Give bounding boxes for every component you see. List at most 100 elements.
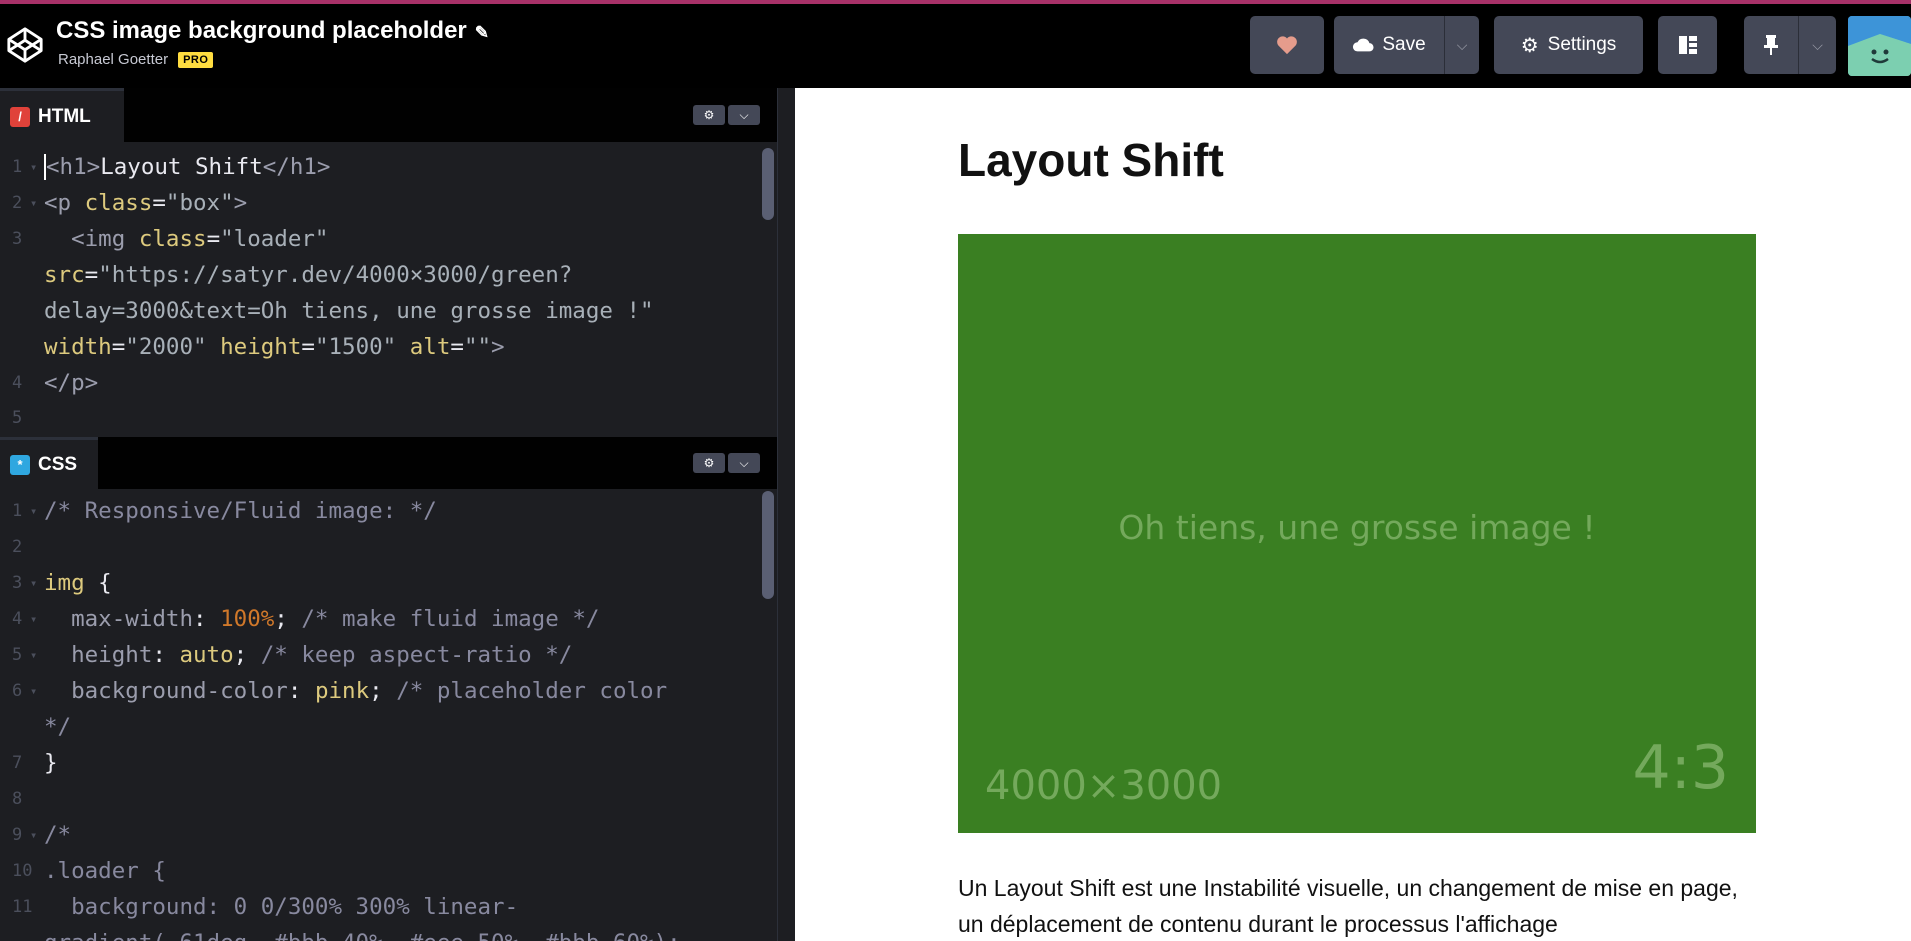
- code-line: 4 ▾ max-width: 100%; /* make fluid image …: [0, 601, 599, 637]
- code-token: }: [44, 750, 58, 776]
- code-line: 5: [0, 404, 44, 432]
- code-line: 1 ▾ <h1>Layout Shift</h1>: [0, 149, 330, 185]
- code-token: <p: [44, 190, 85, 216]
- tab-html[interactable]: / HTML: [0, 88, 124, 142]
- code-token: /* placeholder color: [396, 678, 668, 704]
- code-token: /* make fluid image */: [301, 606, 600, 632]
- preview-heading: Layout Shift: [958, 134, 1224, 186]
- resize-divider[interactable]: [777, 88, 795, 941]
- tab-html-label: HTML: [38, 105, 91, 127]
- tab-css-label: CSS: [38, 453, 78, 475]
- tab-css[interactable]: * CSS: [0, 437, 98, 489]
- html-panel-controls: ⚙ ⌵: [693, 105, 760, 125]
- code-line: 6 ▾ background-color: pink; /* placeholde…: [0, 673, 667, 709]
- code-line: 10 .loader {: [0, 853, 166, 889]
- save-button-group: Save ⌵: [1334, 16, 1479, 74]
- fold-arrow-icon[interactable]: ▾: [30, 504, 44, 518]
- css-lang-icon: *: [10, 454, 30, 475]
- line-number: 3: [12, 229, 23, 249]
- line-number: 7: [12, 753, 23, 773]
- fold-arrow-icon[interactable]: ▾: [30, 196, 44, 210]
- html-code-editor[interactable]: 1 ▾ <h1>Layout Shift</h1> 2 ▾ <p class="bo…: [0, 142, 777, 437]
- css-settings-button[interactable]: ⚙: [693, 453, 725, 473]
- code-token: =: [206, 226, 221, 252]
- code-token: "": [463, 334, 492, 360]
- code-token: height: [71, 642, 153, 668]
- placeholder-image: Oh tiens, une grosse image ! 4000×3000 4…: [958, 234, 1756, 833]
- pen-title-text: CSS image background placeholder: [56, 17, 467, 44]
- user-avatar[interactable]: [1848, 16, 1911, 76]
- code-token: /*: [44, 822, 72, 848]
- code-token: <img: [71, 226, 139, 252]
- gear-icon: ⚙: [703, 456, 715, 470]
- fold-arrow-icon[interactable]: ▾: [30, 612, 44, 626]
- code-line: delay=3000&text=Oh tiens, une grosse ima…: [0, 293, 654, 329]
- pin-button[interactable]: [1744, 34, 1798, 56]
- html-settings-button[interactable]: ⚙: [693, 105, 725, 125]
- css-scrollbar[interactable]: [762, 491, 774, 599]
- code-token: /* Responsive/Fluid image: */: [44, 498, 437, 524]
- line-number: 5: [12, 408, 23, 428]
- html-scrollbar[interactable]: [762, 148, 774, 220]
- result-preview: Layout Shift Oh tiens, une grosse image …: [795, 88, 1911, 941]
- line-number: 2: [12, 537, 23, 557]
- settings-label: Settings: [1547, 34, 1617, 55]
- line-number: 8: [12, 789, 23, 809]
- line-number: 11: [12, 897, 33, 917]
- code-token: img: [44, 570, 85, 596]
- code-token: =: [152, 190, 166, 216]
- code-token: </p>: [44, 370, 99, 396]
- code-token: background: 0 0/300% 300% linear-: [44, 894, 519, 920]
- code-token: Layout Shift: [100, 154, 263, 180]
- code-line: */: [0, 709, 71, 745]
- fold-arrow-icon[interactable]: ▾: [30, 160, 44, 174]
- code-token: auto: [179, 642, 234, 668]
- code-token: src: [44, 262, 85, 288]
- code-token: */: [44, 714, 72, 740]
- fold-arrow-icon[interactable]: ▾: [30, 576, 44, 590]
- code-token: pink: [314, 678, 370, 704]
- css-collapse-button[interactable]: ⌵: [728, 453, 760, 473]
- code-line: 2: [0, 529, 44, 565]
- chevron-down-icon: ⌵: [1456, 37, 1468, 53]
- author-row: Raphael Goetter PRO: [58, 51, 214, 68]
- author-name[interactable]: Raphael Goetter: [58, 51, 168, 68]
- cloud-icon: [1353, 38, 1374, 52]
- code-token: </h1>: [262, 154, 331, 180]
- code-token: {: [84, 570, 112, 596]
- html-collapse-button[interactable]: ⌵: [728, 105, 760, 125]
- pen-title[interactable]: CSS image background placeholder ✎: [56, 17, 489, 45]
- css-tabbar: * CSS ⚙ ⌵: [0, 437, 777, 489]
- code-token: alt: [409, 334, 451, 360]
- settings-button[interactable]: ⚙ Settings: [1494, 16, 1643, 74]
- line-number: 10: [12, 861, 33, 881]
- heart-button[interactable]: [1250, 16, 1324, 74]
- gear-icon: ⚙: [1520, 34, 1539, 57]
- chevron-down-icon: ⌵: [739, 107, 749, 122]
- code-line: 3 <img class="loader": [0, 221, 328, 257]
- pencil-icon[interactable]: ✎: [475, 23, 489, 42]
- code-token: =: [84, 262, 99, 288]
- save-label: Save: [1382, 34, 1426, 55]
- pin-icon: [1764, 35, 1778, 55]
- code-line: 9 ▾ /*: [0, 817, 71, 853]
- pin-options-dropdown[interactable]: ⌵: [1799, 34, 1836, 56]
- code-line: 7 }: [0, 745, 58, 781]
- fold-arrow-icon[interactable]: ▾: [30, 828, 44, 842]
- save-options-dropdown[interactable]: ⌵: [1445, 34, 1479, 56]
- header: CSS image background placeholder ✎ Raphae…: [0, 4, 1911, 88]
- code-token: class: [138, 226, 207, 252]
- code-token: width: [44, 334, 112, 360]
- fold-arrow-icon[interactable]: ▾: [30, 684, 44, 698]
- pin-button-group: ⌵: [1744, 16, 1836, 74]
- codepen-logo-icon[interactable]: [6, 26, 44, 64]
- editor-column: / HTML ⚙ ⌵ 1 ▾ <h1>Layout Shift</h1> 2 ▾ <…: [0, 88, 784, 941]
- fold-arrow-icon[interactable]: ▾: [30, 648, 44, 662]
- code-token: height: [220, 334, 302, 360]
- chevron-down-icon: ⌵: [1812, 37, 1823, 53]
- css-panel-controls: ⚙ ⌵: [693, 453, 760, 473]
- css-code-editor[interactable]: 1 ▾ /* Responsive/Fluid image: */ 2 3 ▾ im…: [0, 489, 777, 941]
- save-button[interactable]: Save: [1334, 34, 1444, 56]
- html-tabbar: / HTML ⚙ ⌵: [0, 88, 777, 142]
- layout-button[interactable]: [1658, 16, 1717, 74]
